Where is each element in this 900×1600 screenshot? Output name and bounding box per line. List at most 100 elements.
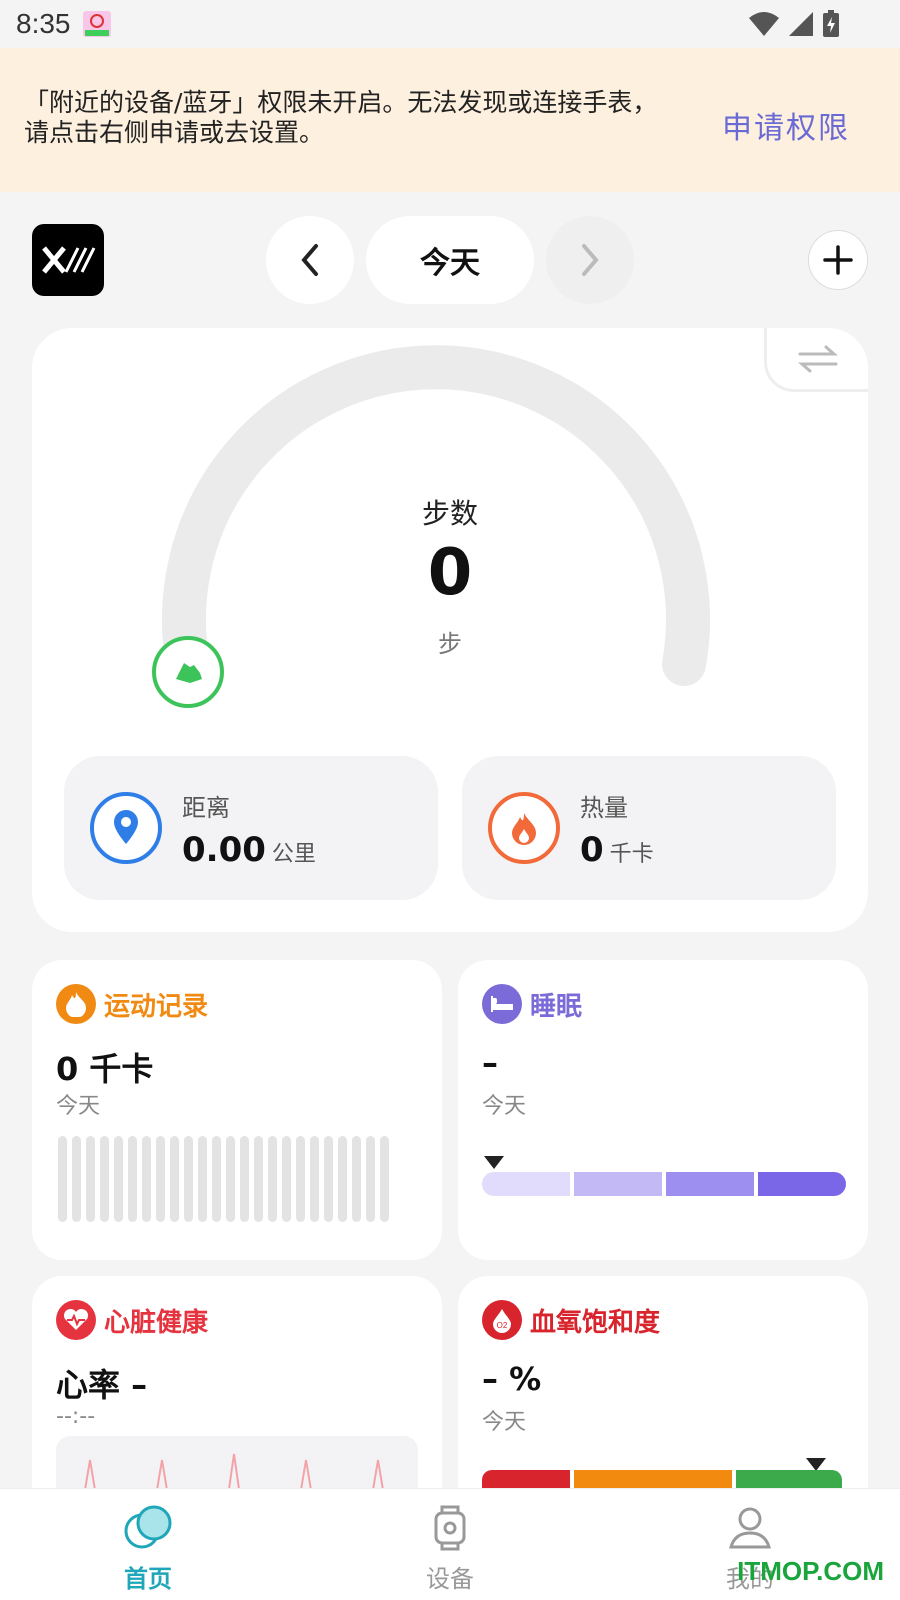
user-icon (729, 1507, 771, 1549)
distance-stat[interactable]: 距离 0.00 公里 (64, 756, 438, 900)
nav-device[interactable]: 设备 (370, 1489, 530, 1600)
avatar-notification-icon (82, 10, 112, 38)
calories-stat[interactable]: 热量 0 千卡 (462, 756, 836, 900)
add-button[interactable] (808, 230, 868, 290)
calories-unit: 千卡 (609, 842, 654, 867)
exercise-bar (380, 1136, 389, 1222)
blood-drop-o2-icon: O2 (482, 1300, 522, 1340)
distance-label: 距离 (182, 794, 230, 822)
sleep-value: – (482, 1044, 498, 1082)
exercise-value: 0 千卡 (56, 1050, 154, 1088)
heart-icon (56, 1300, 96, 1340)
exercise-bar (282, 1136, 291, 1222)
chevron-right-icon (582, 244, 599, 276)
steps-value: 0 (427, 536, 473, 610)
chevron-left-icon (301, 244, 318, 276)
svg-text:O2: O2 (497, 1321, 508, 1330)
exercise-bar (100, 1136, 109, 1222)
exercise-header: 运动记录 (56, 984, 208, 1024)
spo2-value: – % (482, 1360, 542, 1398)
battery-charging-icon (823, 10, 839, 37)
exercise-bar (268, 1136, 277, 1222)
distance-unit: 公里 (271, 842, 316, 867)
exercise-bar (366, 1136, 375, 1222)
status-bar: 8:35 (0, 0, 900, 48)
sleep-title: 睡眠 (530, 991, 583, 1022)
exercise-bar (170, 1136, 179, 1222)
exercise-bar (184, 1136, 193, 1222)
steps-card: 步数 0 步 距离 0.00 公里 热量 0 千卡 (32, 328, 868, 932)
sleep-seg-light (666, 1172, 754, 1196)
shoe-icon (152, 636, 224, 708)
exercise-bar (310, 1136, 319, 1222)
heart-title: 心脏健康 (104, 1307, 209, 1338)
banner-message: 「附近的设备/蓝牙」权限未开启。无法发现或连接手表， 请点击右侧申请或去设置。 (24, 88, 658, 147)
status-icons (748, 10, 840, 38)
plus-icon (823, 245, 853, 275)
exercise-bar (58, 1136, 67, 1222)
heart-header: 心脏健康 (56, 1300, 208, 1340)
exercise-bar (338, 1136, 347, 1222)
status-time: 8:35 (16, 8, 71, 39)
spo2-seg-normal (736, 1470, 842, 1490)
exercise-bar (324, 1136, 333, 1222)
exercise-bar (72, 1136, 81, 1222)
exercise-bar (198, 1136, 207, 1222)
exercise-bar (142, 1136, 151, 1222)
app-logo[interactable] (32, 224, 104, 296)
sleep-marker (484, 1156, 504, 1169)
flame-icon (488, 792, 560, 864)
home-circles-icon (124, 1505, 172, 1549)
steps-title: 步数 (421, 497, 478, 530)
exercise-bar (352, 1136, 361, 1222)
exercise-title: 运动记录 (104, 991, 209, 1022)
exercise-bar (296, 1136, 305, 1222)
sleep-header: 睡眠 (482, 984, 582, 1024)
watermark: ITMOP.COM (737, 1556, 884, 1586)
nav-device-label: 设备 (426, 1565, 474, 1593)
spo2-title: 血氧饱和度 (530, 1307, 661, 1338)
calories-value: 0 千卡 (580, 830, 654, 870)
exercise-bar (128, 1136, 137, 1222)
exercise-flame-icon (56, 984, 96, 1024)
spo2-sub: 今天 (482, 1410, 527, 1435)
sleep-seg-awake (482, 1172, 570, 1196)
exercise-tile[interactable]: 运动记录 0 千卡 今天 (32, 960, 442, 1260)
sleep-stage-bar (482, 1172, 846, 1196)
sleep-seg-deep (758, 1172, 846, 1196)
spo2-range-bar (482, 1470, 842, 1490)
exercise-bar (156, 1136, 165, 1222)
exercise-bar (86, 1136, 95, 1222)
swap-arrows-icon (797, 345, 838, 372)
distance-value: 0.00 公里 (182, 830, 316, 870)
location-pin-icon (90, 792, 162, 864)
watch-icon (434, 1505, 466, 1551)
exercise-bar (254, 1136, 263, 1222)
spo2-header: O2 血氧饱和度 (482, 1300, 660, 1340)
exercise-bar (226, 1136, 235, 1222)
signal-icon (789, 12, 813, 36)
calories-label: 热量 (580, 794, 628, 822)
switch-view-button[interactable] (764, 328, 868, 392)
spo2-seg-low (482, 1470, 570, 1490)
bed-icon (482, 984, 522, 1024)
sleep-tile[interactable]: 睡眠 – 今天 (458, 960, 868, 1260)
nav-home[interactable]: 首页 (68, 1489, 228, 1600)
exercise-bar (240, 1136, 249, 1222)
wifi-icon (749, 12, 779, 36)
prev-day-button[interactable] (266, 216, 354, 304)
exercise-bar (114, 1136, 123, 1222)
nav-home-label: 首页 (124, 1565, 172, 1593)
exercise-bar (212, 1136, 221, 1222)
sleep-seg-rem (574, 1172, 662, 1196)
sleep-sub: 今天 (482, 1094, 527, 1119)
permission-banner: 「附近的设备/蓝牙」权限未开启。无法发现或连接手表， 请点击右侧申请或去设置。 … (0, 48, 900, 192)
request-permission-link[interactable]: 申请权限 (722, 103, 850, 147)
exercise-bars (58, 1136, 389, 1222)
spo2-seg-mid (574, 1470, 732, 1490)
exercise-sub: 今天 (56, 1094, 101, 1119)
next-day-button[interactable] (546, 216, 634, 304)
current-date-label[interactable]: 今天 (366, 216, 534, 304)
heart-sub: --:-- (56, 1404, 96, 1429)
heart-value: 心率 – (56, 1366, 148, 1404)
